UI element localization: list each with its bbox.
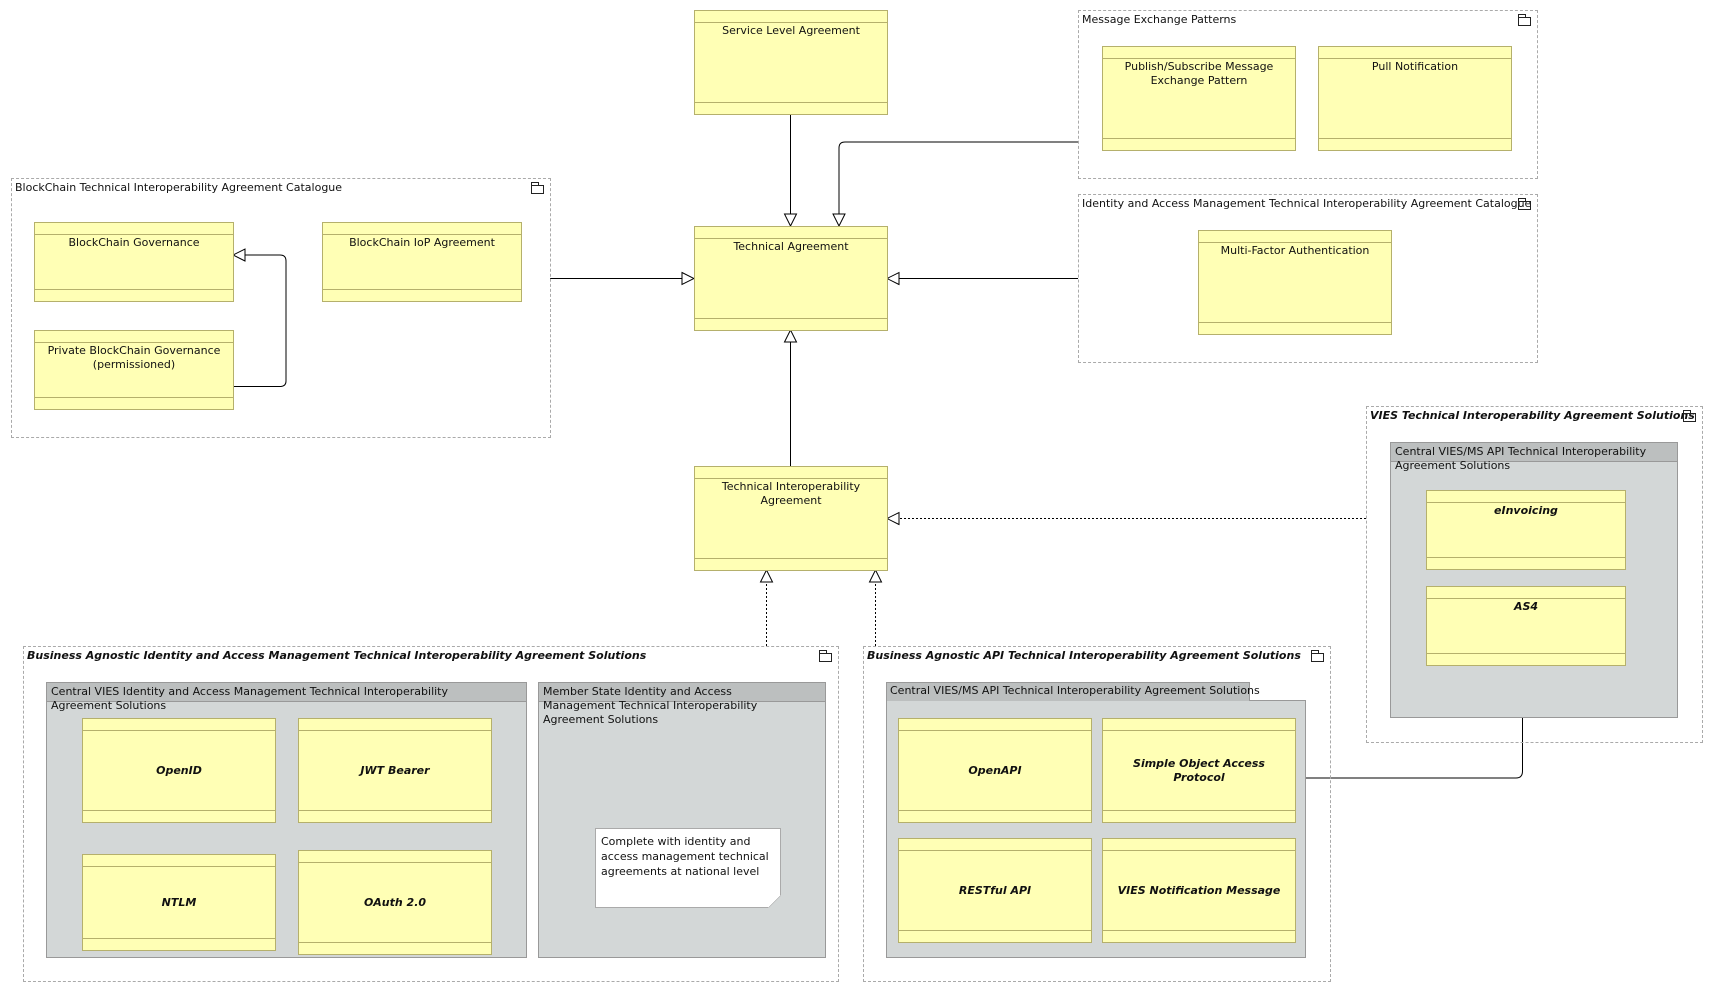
element-label: Simple Object Access Protocol [1133, 756, 1265, 784]
element-label: Multi-Factor Authentication [1220, 244, 1370, 257]
vies-central-api-group[interactable]: Central VIES/MS API Technical Interopera… [1390, 442, 1678, 718]
element-label: AS4 [1513, 600, 1539, 613]
note-fold [768, 895, 781, 908]
message-exchange-to-technical-agreement [839, 141, 1078, 226]
element-label: Technical Interoperability Agreement [721, 480, 861, 507]
element-label: JWT Bearer [360, 763, 430, 777]
tia-element[interactable]: Technical Interoperability Agreement [694, 466, 888, 571]
element-label: BlockChain Governance [68, 236, 200, 249]
einvoicing-element[interactable]: eInvoicing [1426, 490, 1626, 570]
group-title: Member State Identity and Access Managem… [543, 685, 758, 726]
element-label: Publish/Subscribe Message Exchange Patte… [1124, 60, 1274, 87]
api-central-group-tab[interactable]: Central VIES/MS API Technical Interopera… [886, 682, 1260, 701]
national-level-note[interactable]: Complete with identity and access manage… [595, 828, 781, 908]
group-title: Central VIES/MS API Technical Interopera… [890, 684, 1260, 697]
soap-element[interactable]: Simple Object Access Protocol [1102, 718, 1296, 823]
pubsub-element[interactable]: Publish/Subscribe Message Exchange Patte… [1102, 46, 1296, 151]
element-label: Technical Agreement [733, 240, 849, 253]
folder-icon [1311, 650, 1324, 662]
folder-icon [1518, 198, 1531, 210]
element-label: Service Level Agreement [722, 24, 860, 37]
oauth-element[interactable]: OAuth 2.0 [298, 850, 492, 955]
mfa-element[interactable]: Multi-Factor Authentication [1198, 230, 1392, 335]
element-label: VIES Notification Message [1117, 883, 1281, 897]
group-title: Central VIES/MS API Technical Interopera… [1395, 445, 1647, 472]
element-label: eInvoicing [1494, 504, 1558, 517]
jwt-bearer-element[interactable]: JWT Bearer [298, 718, 492, 823]
openapi-element[interactable]: OpenAPI [898, 718, 1092, 823]
ntlm-element[interactable]: NTLM [82, 854, 276, 951]
element-label: NTLM [161, 895, 197, 909]
element-label: OpenAPI [968, 763, 1022, 777]
as4-element[interactable]: AS4 [1426, 586, 1626, 666]
element-label: OpenID [156, 763, 202, 777]
container-title: Identity and Access Management Technical… [1082, 197, 1532, 210]
pull-notification-element[interactable]: Pull Notification [1318, 46, 1512, 151]
blockchain-governance-element[interactable]: BlockChain Governance [34, 222, 234, 302]
folder-icon [1683, 410, 1696, 422]
element-label: OAuth 2.0 [363, 895, 427, 909]
note-text: Complete with identity and access manage… [601, 835, 769, 878]
element-label: Private BlockChain Governance (permissio… [47, 344, 221, 371]
element-label: RESTful API [958, 883, 1032, 897]
folder-icon [1518, 14, 1531, 26]
element-label: BlockChain IoP Agreement [349, 236, 495, 249]
container-title: VIES Technical Interoperability Agreemen… [1370, 409, 1695, 422]
folder-icon [819, 650, 832, 662]
element-label: Pull Notification [1371, 60, 1459, 73]
technical-agreement-element[interactable]: Technical Agreement [694, 226, 888, 331]
private-blockchain-element[interactable]: Private BlockChain Governance (permissio… [34, 330, 234, 410]
group-title: Central VIES Identity and Access Managem… [51, 685, 449, 712]
folder-icon [531, 182, 544, 194]
blockchain-iop-element[interactable]: BlockChain IoP Agreement [322, 222, 522, 302]
sla-element[interactable]: Service Level Agreement [694, 10, 888, 115]
container-title: Message Exchange Patterns [1082, 13, 1237, 26]
vies-notification-element[interactable]: VIES Notification Message [1102, 838, 1296, 943]
restful-element[interactable]: RESTful API [898, 838, 1092, 943]
member-state-iam-group[interactable]: Member State Identity and Access Managem… [538, 682, 826, 958]
container-title: BlockChain Technical Interoperability Ag… [15, 181, 343, 194]
container-title: Business Agnostic API Technical Interope… [867, 649, 1301, 662]
openid-element[interactable]: OpenID [82, 718, 276, 823]
container-title: Business Agnostic Identity and Access Ma… [27, 649, 647, 662]
